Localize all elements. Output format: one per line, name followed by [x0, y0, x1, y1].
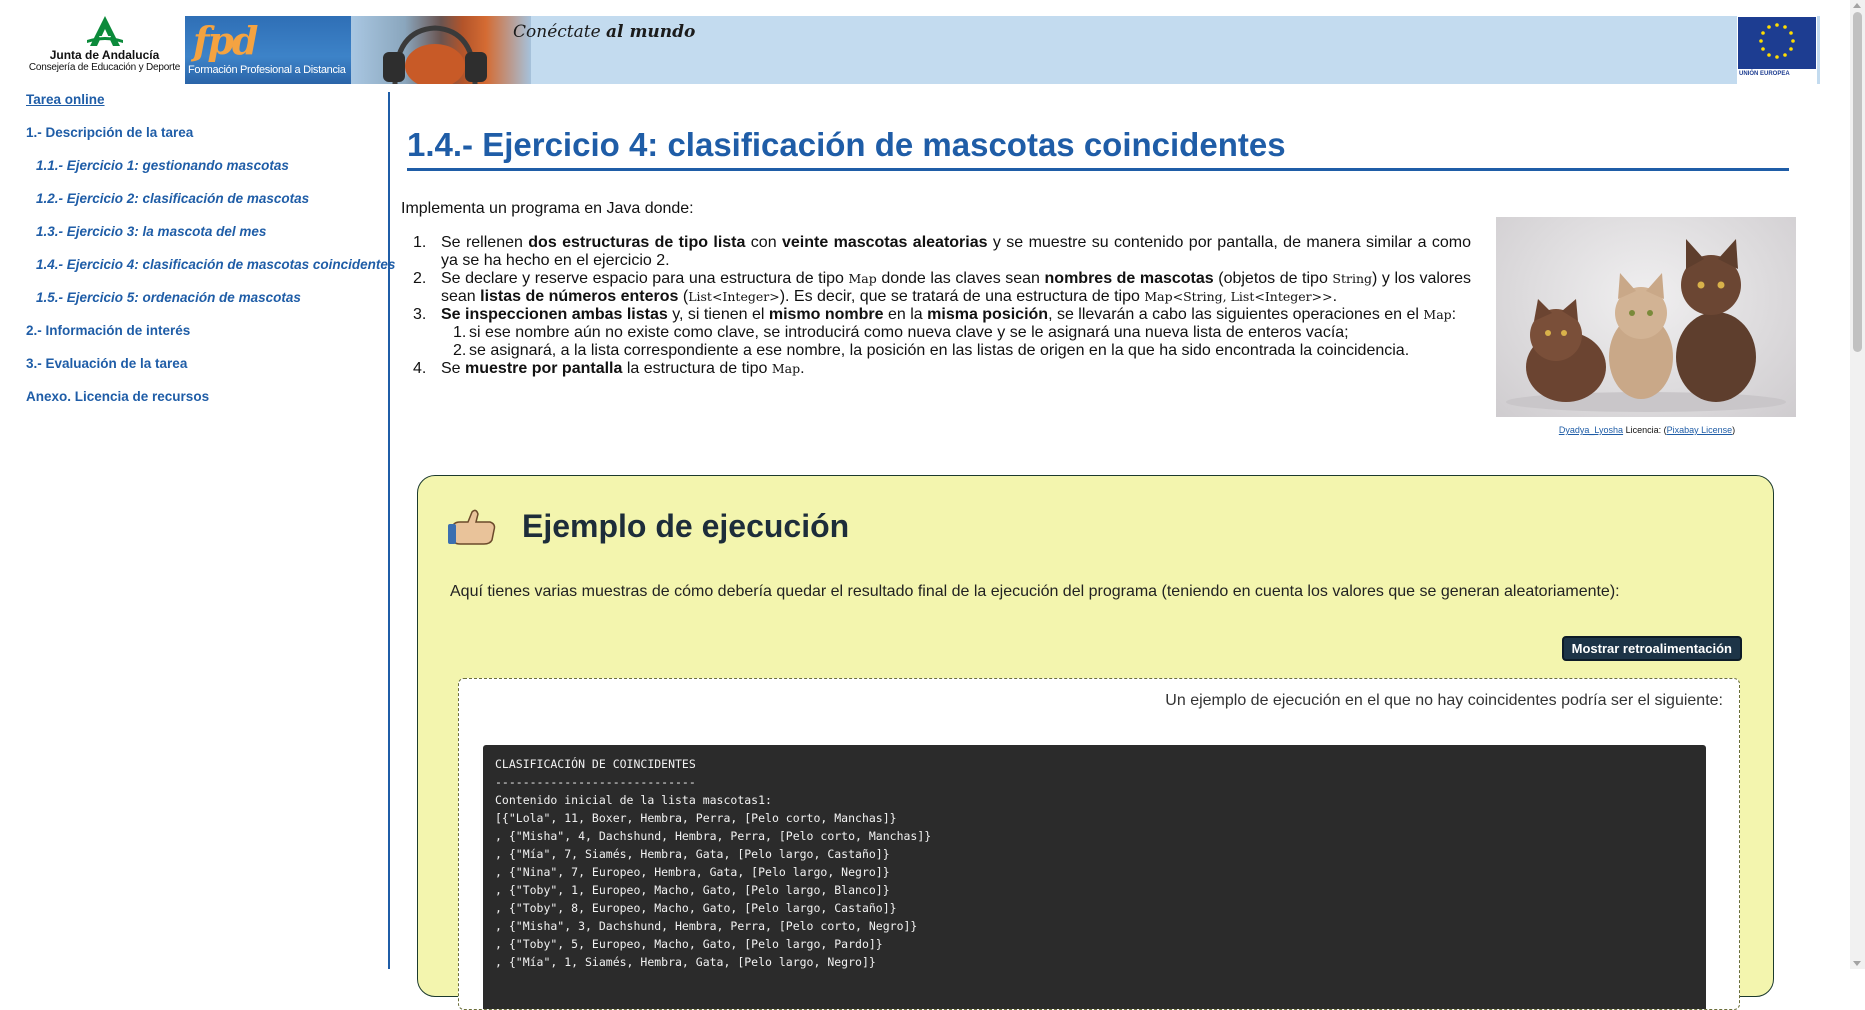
console-line: , {"Toby", 1, Europeo, Macho, Gato, [Pel…	[495, 883, 890, 897]
console-line: Contenido inicial de la lista mascotas1:	[495, 793, 772, 807]
console-line: [{"Lola", 11, Boxer, Hembra, Perra, [Pel…	[495, 811, 897, 825]
page-header: Junta de Andalucía Consejería de Educaci…	[0, 0, 1865, 86]
sidebar-item-ejercicio-4[interactable]: 1.4.- Ejercicio 4: clasificación de masc…	[36, 257, 395, 272]
sub-list-item: 1. si ese nombre aún no existe como clave…	[453, 324, 1349, 341]
console-line: , {"Mía", 7, Siamés, Hembra, Gata, [Pelo…	[495, 847, 890, 861]
scroll-thumb[interactable]	[1853, 12, 1862, 352]
list-item: 2. Se declare y reserve espacio para una…	[413, 270, 1472, 305]
sub-list: 1. si ese nombre aún no existe como clave…	[441, 324, 1471, 360]
header-banner: fpd Formación Profesional a Distancia Co…	[185, 16, 1820, 84]
slogan-end: al mundo	[606, 22, 696, 42]
console-line: , {"Misha", 4, Dachshund, Hembra, Perra,…	[495, 829, 932, 843]
task-list: 1. Se rellenen dos estructuras de tipo l…	[401, 234, 1471, 378]
banner-slogan: Conéctate al mundo	[513, 22, 695, 42]
license-link[interactable]: Pixabay License	[1667, 425, 1733, 435]
console-line: , {"Mía", 1, Siamés, Hembra, Gata, [Pelo…	[495, 955, 876, 969]
console-output: CLASIFICACIÓN DE COINCIDENTES -----------…	[483, 745, 1706, 1009]
sidebar-item-ejercicio-3[interactable]: 1.3.- Ejercicio 3: la mascota del mes	[36, 224, 266, 239]
example-box: Ejemplo de ejecución Aquí tienes varias …	[417, 475, 1774, 1010]
thumbs-up-icon	[448, 509, 496, 545]
list-item: 1. Se rellenen dos estructuras de tipo l…	[413, 234, 1471, 269]
console-line: , {"Misha", 3, Dachshund, Hembra, Perra,…	[495, 919, 918, 933]
sidebar-item-ejercicio-1[interactable]: 1.1.- Ejercicio 1: gestionando mascotas	[36, 158, 289, 173]
sub-list-item: 2. se asignará, a la lista correspondient…	[453, 342, 1410, 359]
eu-logo: UNIÓN EUROPEA	[1737, 16, 1817, 84]
sidebar-item-anexo[interactable]: Anexo. Licencia de recursos	[26, 389, 209, 404]
eu-label: UNIÓN EUROPEA	[1739, 71, 1790, 77]
fpd-subtitle: Formación Profesional a Distancia	[188, 64, 346, 76]
console-line: , {"Toby", 5, Europeo, Macho, Gato, [Pel…	[495, 937, 883, 951]
list-item: 4. Se muestre por pantalla la estructura…	[413, 360, 805, 377]
junta-subtitle: Consejería de Educación y Deporte	[28, 62, 181, 73]
eu-flag-icon	[1738, 17, 1816, 69]
kittens-drawing	[1506, 239, 1786, 412]
sidebar-item-tarea-online[interactable]: Tarea online	[26, 92, 105, 107]
list-item: 3. Se inspeccionen ambas listas y, si ti…	[401, 306, 1471, 360]
show-feedback-button[interactable]: Mostrar retroalimentación	[1561, 636, 1742, 661]
sidebar-item-descripcion[interactable]: 1.- Descripción de la tarea	[26, 125, 193, 140]
image-caption: Dyadya_Lyosha Licencia: (Pixabay License…	[1558, 425, 1736, 435]
junta-name: Junta de Andalucía	[49, 48, 160, 62]
author-link[interactable]: Dyadya_Lyosha	[1559, 425, 1623, 435]
kittens-image	[1496, 217, 1796, 417]
slogan-start: Conéctate	[513, 22, 601, 42]
fpd-logo-text: fpd	[193, 18, 258, 63]
intro-text: Implementa un programa en Java donde:	[401, 200, 694, 217]
scroll-down-arrow-icon[interactable]	[1853, 961, 1861, 966]
junta-logo-icon	[86, 16, 123, 46]
main-content: 1.4.- Ejercicio 4: clasificación de masc…	[390, 86, 1850, 1010]
sidebar-item-informacion[interactable]: 2.- Información de interés	[26, 323, 190, 338]
example-title: Ejemplo de ejecución	[522, 508, 850, 544]
cat-figure: Dyadya_Lyosha Licencia: (Pixabay License…	[1496, 217, 1798, 435]
console-line: , {"Toby", 8, Europeo, Macho, Gato, [Pel…	[495, 901, 897, 915]
fpd-logo: fpd Formación Profesional a Distancia	[185, 16, 351, 84]
page-scrollbar[interactable]	[1850, 0, 1865, 969]
headphones-icon	[383, 25, 487, 84]
console-line: , {"Nina", 7, Europeo, Hembra, Gata, [Pe…	[495, 865, 890, 879]
sidebar-nav: Tarea online 1.- Descripción de la tarea…	[0, 86, 395, 969]
junta-logo: Junta de Andalucía Consejería de Educaci…	[22, 14, 187, 84]
console-line: CLASIFICACIÓN DE COINCIDENTES	[495, 757, 696, 771]
sample-intro: Un ejemplo de ejecución en el que no hay…	[1165, 692, 1723, 709]
example-description: Aquí tienes varias muestras de cómo debe…	[450, 583, 1620, 600]
sidebar-item-ejercicio-2[interactable]: 1.2.- Ejercicio 2: clasificación de masc…	[36, 191, 309, 206]
scroll-up-arrow-icon[interactable]	[1853, 3, 1861, 8]
sidebar-item-ejercicio-5[interactable]: 1.5.- Ejercicio 5: ordenación de mascota…	[36, 290, 301, 305]
page-title: 1.4.- Ejercicio 4: clasificación de masc…	[407, 126, 1789, 171]
sample-panel: Un ejemplo de ejecución en el que no hay…	[458, 678, 1740, 1010]
console-line: -----------------------------	[495, 775, 696, 789]
sidebar-item-evaluacion[interactable]: 3.- Evaluación de la tarea	[26, 356, 187, 371]
